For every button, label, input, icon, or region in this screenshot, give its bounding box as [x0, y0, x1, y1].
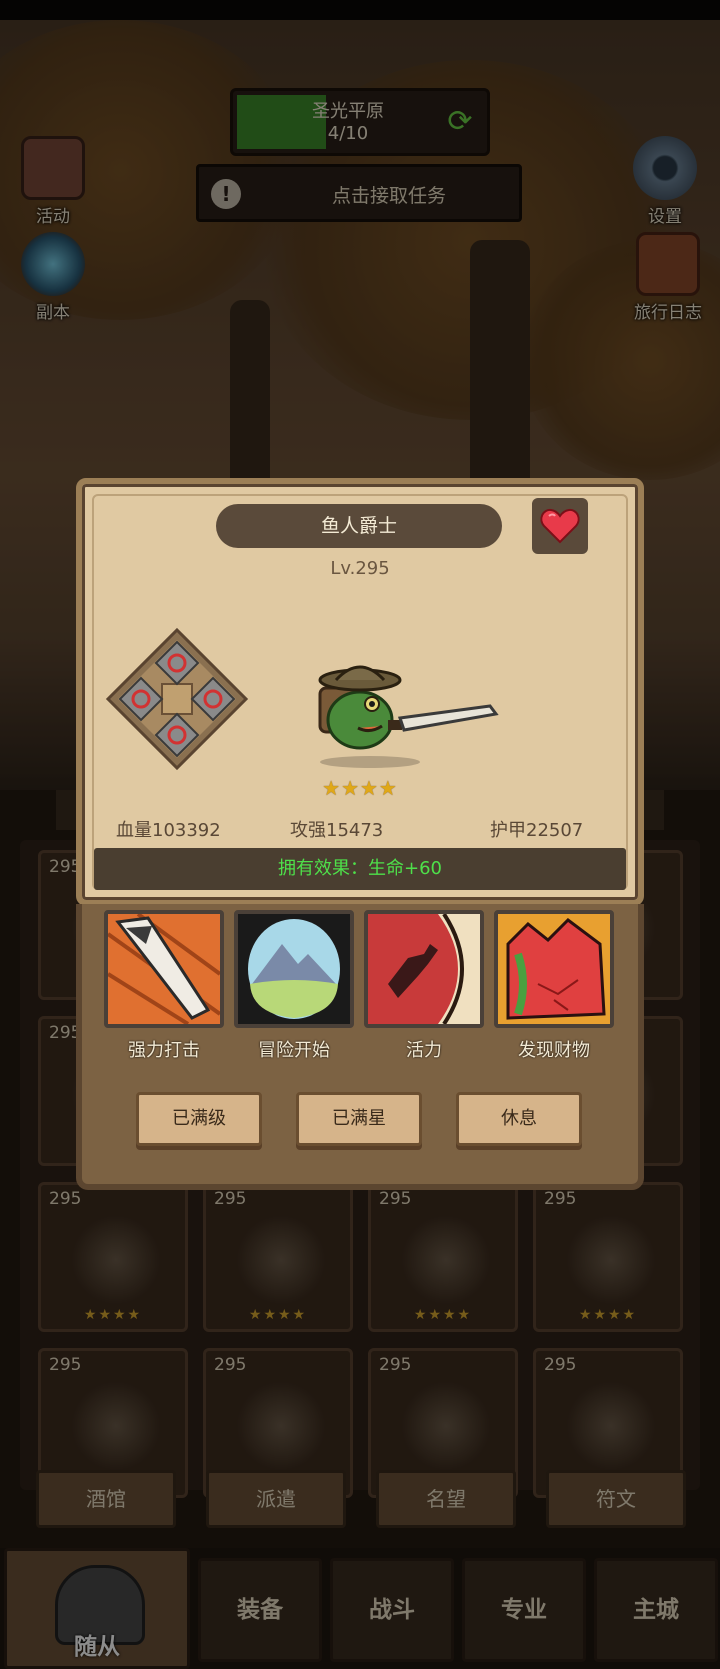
calendar-icon — [21, 136, 85, 200]
hero-level: Lv.295 — [330, 558, 390, 579]
hero-card-portrait — [566, 1215, 656, 1305]
skill-label: 强力打击 — [128, 1040, 200, 1061]
hero-card[interactable]: 295 ★★★★ — [368, 1182, 518, 1332]
hero-card-portrait — [566, 1381, 656, 1471]
max-star-button[interactable]: 已满星 — [296, 1092, 422, 1146]
hero-card[interactable]: 295 ★★★★ — [38, 1182, 188, 1332]
hero-card-level: 295 — [49, 1355, 82, 1375]
events-label: 活动 — [36, 207, 70, 227]
hero-card-level: 295 — [379, 1355, 412, 1375]
max-level-button[interactable]: 已满级 — [136, 1092, 262, 1146]
stage-progress[interactable]: 圣光平原 4/10 ⟳ — [230, 88, 490, 156]
skill-label: 发现财物 — [518, 1040, 590, 1061]
quest-button[interactable]: ! 点击接取任务 — [196, 164, 522, 222]
runner-icon — [368, 914, 480, 1024]
hero-portrait — [318, 665, 499, 768]
rune-slot-icon[interactable] — [104, 626, 250, 772]
hero-card-portrait — [401, 1381, 491, 1471]
hero-card-stars: ★★★★ — [413, 1307, 473, 1323]
loot-bag-icon — [498, 914, 610, 1024]
gear-icon — [633, 136, 697, 200]
stat-hp: 血量103392 — [116, 820, 221, 841]
skill-power-strike[interactable]: 强力打击 — [104, 910, 224, 1062]
hero-card-level: 295 — [214, 1189, 247, 1209]
quest-label: 点击接取任务 — [331, 185, 446, 207]
status-bar — [0, 0, 720, 20]
hero-card-level: 295 — [544, 1189, 577, 1209]
skill-label: 活力 — [406, 1040, 442, 1061]
skill-vitality[interactable]: 活力 — [364, 910, 484, 1062]
stage-progress-text: 4/10 — [327, 123, 369, 144]
settings-button[interactable]: 设置 — [620, 136, 710, 227]
settings-label: 设置 — [648, 207, 682, 227]
hero-card-portrait — [236, 1215, 326, 1305]
dungeon-button[interactable]: 副本 — [8, 232, 98, 323]
stat-armor: 护甲22507 — [490, 820, 584, 841]
tab-runes[interactable]: 符文 — [546, 1470, 686, 1528]
hero-card[interactable]: 295 ★★★★ — [203, 1182, 353, 1332]
hero-card-level: 295 — [544, 1355, 577, 1375]
hero-card-portrait — [71, 1215, 161, 1305]
tab-dispatch[interactable]: 派遣 — [206, 1470, 346, 1528]
nav-main-city[interactable]: 主城 — [594, 1558, 718, 1662]
alert-icon: ! — [211, 179, 241, 209]
nav-battle[interactable]: 战斗 — [330, 1558, 454, 1662]
hero-star-rating: ★★★★ — [322, 776, 398, 800]
heart-icon — [540, 508, 580, 544]
hero-card-level: 295 — [379, 1189, 412, 1209]
bottom-nav: 随从 装备 战斗 专业 主城 — [0, 1548, 720, 1669]
nav-profession[interactable]: 专业 — [462, 1558, 586, 1662]
blade-strike-icon — [108, 914, 220, 1024]
hero-detail-modal: 鱼人爵士 Lv.295 ★★★★ 血量103392 攻强15473 护甲2250… — [76, 478, 644, 1190]
skill-label: 冒险开始 — [258, 1040, 330, 1061]
sub-tabs: 酒馆 派遣 名望 符文 — [0, 1470, 720, 1540]
journal-icon — [636, 232, 700, 296]
rest-button[interactable]: 休息 — [456, 1092, 582, 1146]
dungeon-label: 副本 — [36, 303, 70, 323]
journal-label: 旅行日志 — [634, 303, 702, 323]
nav-followers-label: 随从 — [74, 1634, 120, 1660]
portal-icon — [21, 232, 85, 296]
skill-adventure-start[interactable]: 冒险开始 — [234, 910, 354, 1062]
stat-attack: 攻强15473 — [290, 820, 384, 841]
hero-name: 鱼人爵士 — [216, 504, 502, 548]
mountain-icon — [248, 919, 340, 1019]
events-button[interactable]: 活动 — [8, 136, 98, 227]
tab-tavern[interactable]: 酒馆 — [36, 1470, 176, 1528]
refresh-icon[interactable]: ⟳ — [443, 105, 477, 139]
favorite-button[interactable] — [532, 498, 588, 554]
hero-card-stars: ★★★★ — [83, 1307, 143, 1323]
owned-effect: 拥有效果：生命+60 — [94, 848, 626, 890]
hero-card-portrait — [236, 1381, 326, 1471]
hero-card-portrait — [71, 1381, 161, 1471]
hero-card-stars: ★★★★ — [578, 1307, 638, 1323]
hero-card-level: 295 — [214, 1355, 247, 1375]
skill-find-treasure[interactable]: 发现财物 — [494, 910, 614, 1062]
stage-name: 圣光平原 — [312, 101, 384, 122]
hero-card-portrait — [401, 1215, 491, 1305]
tab-reputation[interactable]: 名望 — [376, 1470, 516, 1528]
nav-followers[interactable]: 随从 — [4, 1548, 190, 1669]
nav-equipment[interactable]: 装备 — [198, 1558, 322, 1662]
hero-card[interactable]: 295 ★★★★ — [533, 1182, 683, 1332]
hero-card-stars: ★★★★ — [248, 1307, 308, 1323]
journal-button[interactable]: 旅行日志 — [618, 232, 718, 323]
hero-card-level: 295 — [49, 1189, 82, 1209]
